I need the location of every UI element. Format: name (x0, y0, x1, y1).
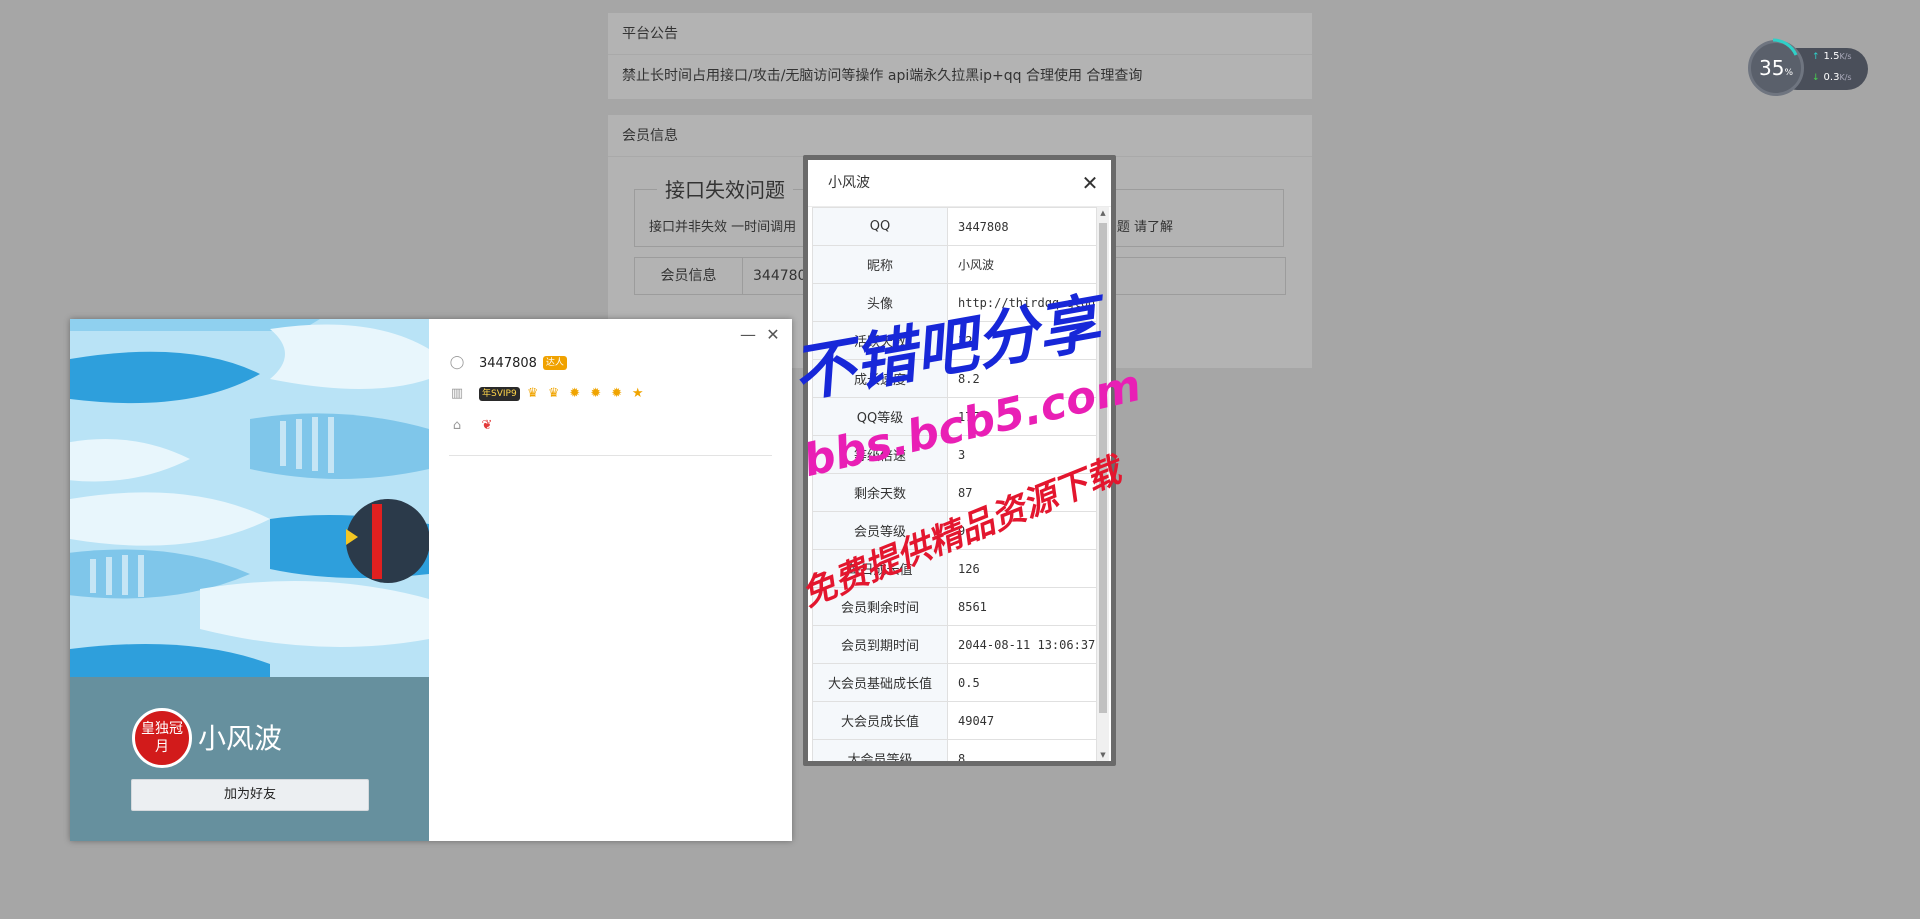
upload-speed-unit: K/s (1839, 52, 1852, 61)
upload-arrow-icon: ↑ (1812, 52, 1820, 62)
row-key: 会员剩余时间 (812, 587, 948, 626)
qq-number-row: ◯ 3447808 达人 (449, 352, 567, 374)
table-row: 会员剩余时间 8561 (812, 587, 1097, 626)
notice-panel: 平台公告 禁止长时间占用接口/攻击/无脑访问等操作 api端永久拉黑ip+qq … (608, 13, 1312, 99)
home-icon: ⌂ (452, 418, 462, 433)
member-detail-table: QQ 3447808 昵称 小风波 头像 http://thirdqq.qlogo. 活跃天… (812, 207, 1097, 761)
scroll-up-arrow-icon[interactable]: ▲ (1097, 207, 1109, 219)
table-row: 大会员等级 8 (812, 739, 1097, 761)
cover-fish-illustration (70, 319, 429, 677)
row-key: QQ (812, 207, 948, 246)
sun-icon[interactable]: ✹ (588, 386, 604, 402)
network-speed-widget[interactable]: 35% ↑ 1.5K/s ↓ 0.3K/s (1748, 38, 1868, 96)
row-value: 87 (947, 473, 1097, 512)
row-key: QQ等级 (812, 397, 948, 436)
crown-icon[interactable]: ♛ (525, 386, 541, 402)
dialog-title: 小风波 (808, 160, 1111, 207)
row-key: 活跃天数 (812, 321, 948, 360)
table-row: 大会员基础成长值 0.5 (812, 663, 1097, 702)
profile-right-pane: — ✕ ◯ 3447808 达人 ▥ 年SVIP9 ♛ ♛ ✹ ✹ ✹ ★ ⌂ … (429, 319, 792, 841)
row-key: 头像 (812, 283, 948, 322)
row-value: 小风波 (947, 245, 1097, 284)
row-value: 8561 (947, 587, 1097, 626)
close-button[interactable]: ✕ (763, 325, 783, 345)
level-chart-icon: ▥ (450, 386, 464, 401)
qq-number: 3447808 (479, 355, 537, 371)
row-value: 8 (947, 739, 1097, 761)
row-key: 成长速度 (812, 359, 948, 398)
table-row: 活跃天数 32 (812, 321, 1097, 360)
row-key: 大会员等级 (812, 739, 948, 761)
table-row: 会员等级 9 (812, 511, 1097, 550)
table-row: 大会员成长值 49047 (812, 701, 1097, 740)
table-row: 成长速度 8.2 (812, 359, 1097, 398)
scroll-down-arrow-icon[interactable]: ▼ (1097, 749, 1109, 761)
row-value: 177 (947, 397, 1097, 436)
row-key: 剩余天数 (812, 473, 948, 512)
issue-text: 接口并非失效 一时间调用 (649, 220, 797, 235)
sun-icon[interactable]: ✹ (609, 386, 625, 402)
row-value: 8.2 (947, 359, 1097, 398)
scrollbar-thumb[interactable] (1099, 223, 1107, 713)
dialog-body[interactable]: QQ 3447808 昵称 小风波 头像 http://thirdqq.qlogo. 活跃天… (808, 207, 1111, 761)
add-friend-button[interactable]: 加为好友 (131, 779, 369, 811)
dialog-close-button[interactable]: ✕ (1079, 172, 1101, 194)
row-value: 32 (947, 321, 1097, 360)
row-value: 9 (947, 511, 1097, 550)
notice-text: 禁止长时间占用接口/攻击/无脑访问等操作 api端永久拉黑ip+qq 合理使用 … (622, 68, 1143, 84)
star-icon[interactable]: ★ (630, 386, 646, 402)
profile-left-pane: 皇独冠月 小风波 加为好友 (70, 319, 429, 841)
scrollbar[interactable]: ▲ ▼ (1097, 207, 1109, 761)
table-row: 会员到期时间 2044-08-11 13:06:37 (812, 625, 1097, 664)
table-row: 头像 http://thirdqq.qlogo. (812, 283, 1097, 322)
vip-row: ▥ 年SVIP9 ♛ ♛ ✹ ✹ ✹ ★ (449, 383, 646, 405)
row-value: 3447808 (947, 207, 1097, 246)
member-info-label: 会员信息 (635, 258, 743, 294)
table-row: QQ等级 177 (812, 397, 1097, 436)
notice-title: 平台公告 (608, 13, 1312, 55)
member-title: 会员信息 (608, 115, 1312, 157)
table-row: 剩余天数 87 (812, 473, 1097, 512)
crown-icon[interactable]: ♛ (546, 386, 562, 402)
issue-text-tail: 题 请了解 (1116, 220, 1173, 235)
penguin-icon: ◯ (449, 355, 465, 370)
medal-icon[interactable]: ❦ (479, 418, 495, 434)
row-key: 每日成长值 (812, 549, 948, 588)
talent-badge[interactable]: 达人 (542, 356, 567, 370)
profile-nickname: 小风波 (198, 722, 283, 755)
upload-speed: ↑ 1.5K/s (1812, 51, 1852, 62)
cpu-usage-arc (1772, 38, 1798, 56)
row-value: 3 (947, 435, 1097, 474)
table-row: QQ 3447808 (812, 207, 1097, 246)
qq-profile-window: 皇独冠月 小风波 加为好友 — ✕ ◯ 3447808 达人 ▥ 年SVIP9 … (70, 319, 792, 841)
divider (449, 455, 772, 456)
table-row: 等级倍速 3 (812, 435, 1097, 474)
table-row: 每日成长值 126 (812, 549, 1097, 588)
download-speed-value: 0.3 (1823, 72, 1840, 83)
row-key: 等级倍速 (812, 435, 948, 474)
issue-legend: 接口失效问题 (657, 174, 793, 203)
sun-icon[interactable]: ✹ (567, 386, 583, 402)
download-speed-unit: K/s (1839, 73, 1852, 82)
row-value: 49047 (947, 701, 1097, 740)
row-value: 0.5 (947, 663, 1097, 702)
row-key: 大会员基础成长值 (812, 663, 948, 702)
download-speed: ↓ 0.3K/s (1812, 72, 1852, 83)
download-arrow-icon: ↓ (1812, 73, 1820, 83)
avatar[interactable]: 皇独冠月 (132, 708, 192, 768)
row-key: 大会员成长值 (812, 701, 948, 740)
row-value: 126 (947, 549, 1097, 588)
svip-badge[interactable]: 年SVIP9 (479, 387, 520, 401)
member-detail-dialog: 小风波 ✕ QQ 3447808 昵称 小风波 头像 http://thirdqq.qlo… (803, 155, 1116, 766)
row-value: http://thirdqq.qlogo. (947, 283, 1097, 322)
row-key: 会员到期时间 (812, 625, 948, 664)
table-row: 昵称 小风波 (812, 245, 1097, 284)
row-value: 2044-08-11 13:06:37 (947, 625, 1097, 664)
medal-row: ⌂ ❦ (449, 415, 495, 437)
row-key: 昵称 (812, 245, 948, 284)
row-key: 会员等级 (812, 511, 948, 550)
minimize-button[interactable]: — (738, 325, 758, 345)
upload-speed-value: 1.5 (1823, 51, 1840, 62)
